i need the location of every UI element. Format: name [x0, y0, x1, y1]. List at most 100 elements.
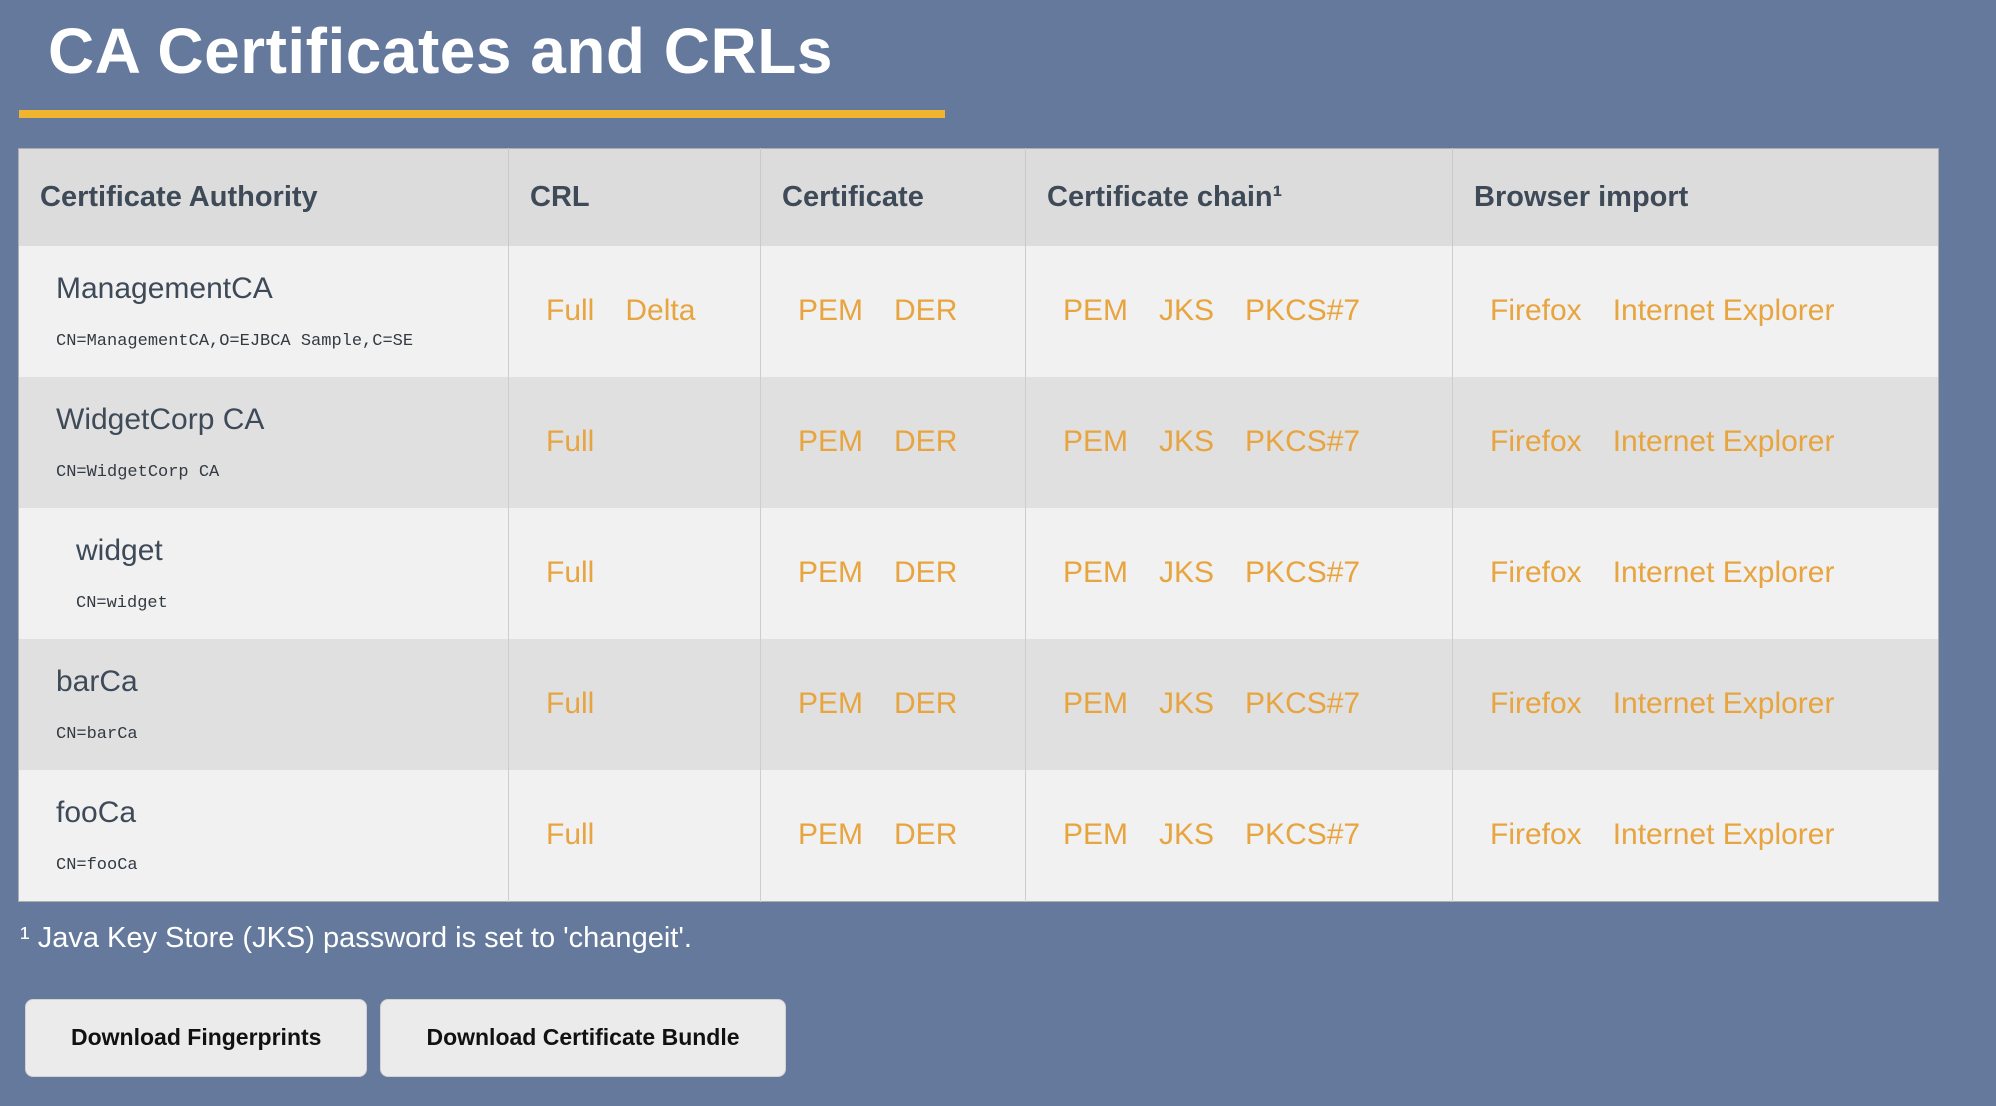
ca-name: fooCa	[56, 796, 508, 830]
ca-name: WidgetCorp CA	[56, 403, 508, 437]
header-crl: CRL	[509, 148, 761, 246]
certificate-link-der[interactable]: DER	[894, 556, 957, 589]
certificate-link-der[interactable]: DER	[894, 687, 957, 720]
browser-link-firefox[interactable]: Firefox	[1490, 818, 1582, 851]
certificate-chain-cell: PEM JKS PKCS#7	[1026, 377, 1453, 508]
browser-link-internet-explorer[interactable]: Internet Explorer	[1613, 425, 1835, 458]
chain-link-pem[interactable]: PEM	[1063, 294, 1128, 327]
download-fingerprints-button[interactable]: Download Fingerprints	[25, 999, 367, 1077]
ca-name: ManagementCA	[56, 272, 508, 306]
certificate-cell: PEM DER	[761, 639, 1026, 770]
chain-link-jks[interactable]: JKS	[1159, 687, 1214, 720]
certificate-chain-cell: PEM JKS PKCS#7	[1026, 508, 1453, 639]
table-header: Certificate Authority CRL Certificate Ce…	[19, 148, 1939, 246]
chain-link-jks[interactable]: JKS	[1159, 818, 1214, 851]
chain-link-jks[interactable]: JKS	[1159, 294, 1214, 327]
certificate-cell: PEM DER	[761, 770, 1026, 902]
crl-link-full[interactable]: Full	[546, 294, 594, 327]
ca-certificates-page: { "page": { "title": "CA Certificates an…	[0, 0, 1996, 1106]
certificate-link-der[interactable]: DER	[894, 425, 957, 458]
crl-link-delta[interactable]: Delta	[625, 294, 695, 327]
header-certificate: Certificate	[761, 148, 1026, 246]
certificate-link-pem[interactable]: PEM	[798, 425, 863, 458]
chain-link-pkcs-7[interactable]: PKCS#7	[1245, 425, 1360, 458]
ca-name: widget	[76, 534, 508, 568]
ca-cell-content: barCa CN=barCa	[56, 665, 508, 744]
crl-link-full[interactable]: Full	[546, 556, 594, 589]
ca-subject-dn: CN=fooCa	[56, 856, 508, 875]
ca-name: barCa	[56, 665, 508, 699]
title-underline	[19, 110, 945, 118]
ca-cell: widget CN=widget	[19, 508, 509, 639]
certificate-chain-cell: PEM JKS PKCS#7	[1026, 246, 1453, 377]
crl-cell: Full	[509, 639, 761, 770]
browser-link-firefox[interactable]: Firefox	[1490, 294, 1582, 327]
certificate-link-pem[interactable]: PEM	[798, 687, 863, 720]
ca-subject-dn: CN=ManagementCA,O=EJBCA Sample,C=SE	[56, 332, 508, 351]
browser-link-internet-explorer[interactable]: Internet Explorer	[1613, 294, 1835, 327]
browser-import-cell: Firefox Internet Explorer	[1453, 770, 1939, 902]
crl-link-full[interactable]: Full	[546, 425, 594, 458]
certificate-link-pem[interactable]: PEM	[798, 294, 863, 327]
ca-cell: ManagementCA CN=ManagementCA,O=EJBCA Samp…	[19, 246, 509, 377]
certificate-cell: PEM DER	[761, 377, 1026, 508]
certificate-cell: PEM DER	[761, 246, 1026, 377]
certificate-chain-cell: PEM JKS PKCS#7	[1026, 770, 1453, 902]
table-row: barCa CN=barCa Full PEM DER PEM JKS PKCS#7 Firef…	[19, 639, 1939, 770]
chain-link-jks[interactable]: JKS	[1159, 556, 1214, 589]
crl-cell: Full	[509, 508, 761, 639]
table-row: fooCa CN=fooCa Full PEM DER PEM JKS PKCS#7 Firef…	[19, 770, 1939, 902]
chain-link-pem[interactable]: PEM	[1063, 687, 1128, 720]
ca-cell: fooCa CN=fooCa	[19, 770, 509, 902]
certificate-link-der[interactable]: DER	[894, 294, 957, 327]
certificate-link-pem[interactable]: PEM	[798, 818, 863, 851]
ca-cell: WidgetCorp CA CN=WidgetCorp CA	[19, 377, 509, 508]
certificate-chain-cell: PEM JKS PKCS#7	[1026, 639, 1453, 770]
crl-cell: Full	[509, 770, 761, 902]
download-certificate-bundle-button[interactable]: Download Certificate Bundle	[380, 999, 785, 1077]
browser-import-cell: Firefox Internet Explorer	[1453, 377, 1939, 508]
crl-cell: Full Delta	[509, 246, 761, 377]
ca-cell: barCa CN=barCa	[19, 639, 509, 770]
ca-cell-content: widget CN=widget	[56, 534, 508, 613]
header-certificate-authority: Certificate Authority	[19, 148, 509, 246]
header-browser-import: Browser import	[1453, 148, 1939, 246]
download-button-row: Download Fingerprints Download Certifica…	[25, 999, 1996, 1077]
ca-subject-dn: CN=widget	[76, 594, 508, 613]
chain-link-pkcs-7[interactable]: PKCS#7	[1245, 294, 1360, 327]
crl-link-full[interactable]: Full	[546, 687, 594, 720]
browser-import-cell: Firefox Internet Explorer	[1453, 246, 1939, 377]
header-certificate-chain: Certificate chain¹	[1026, 148, 1453, 246]
browser-link-firefox[interactable]: Firefox	[1490, 556, 1582, 589]
crl-link-full[interactable]: Full	[546, 818, 594, 851]
chain-link-pem[interactable]: PEM	[1063, 818, 1128, 851]
browser-link-internet-explorer[interactable]: Internet Explorer	[1613, 556, 1835, 589]
chain-link-jks[interactable]: JKS	[1159, 425, 1214, 458]
ca-cell-content: ManagementCA CN=ManagementCA,O=EJBCA Samp…	[56, 272, 508, 351]
browser-link-firefox[interactable]: Firefox	[1490, 687, 1582, 720]
ca-subject-dn: CN=barCa	[56, 725, 508, 744]
certificate-link-der[interactable]: DER	[894, 818, 957, 851]
table-header-row: Certificate Authority CRL Certificate Ce…	[19, 148, 1939, 246]
chain-link-pem[interactable]: PEM	[1063, 425, 1128, 458]
table-row: ManagementCA CN=ManagementCA,O=EJBCA Samp…	[19, 246, 1939, 377]
chain-link-pkcs-7[interactable]: PKCS#7	[1245, 556, 1360, 589]
ca-cell-content: WidgetCorp CA CN=WidgetCorp CA	[56, 403, 508, 482]
chain-link-pem[interactable]: PEM	[1063, 556, 1128, 589]
chain-link-pkcs-7[interactable]: PKCS#7	[1245, 818, 1360, 851]
ca-cell-content: fooCa CN=fooCa	[56, 796, 508, 875]
jks-password-footnote: ¹ Java Key Store (JKS) password is set t…	[20, 922, 1996, 955]
certificate-link-pem[interactable]: PEM	[798, 556, 863, 589]
table-row: widget CN=widget Full PEM DER PEM JKS PKCS#7 Fir…	[19, 508, 1939, 639]
page-title: CA Certificates and CRLs	[0, 0, 1996, 88]
browser-import-cell: Firefox Internet Explorer	[1453, 508, 1939, 639]
browser-link-firefox[interactable]: Firefox	[1490, 425, 1582, 458]
chain-link-pkcs-7[interactable]: PKCS#7	[1245, 687, 1360, 720]
browser-link-internet-explorer[interactable]: Internet Explorer	[1613, 818, 1835, 851]
certificate-cell: PEM DER	[761, 508, 1026, 639]
table-row: WidgetCorp CACN=WidgetCorp CAFullPEMDERP…	[19, 377, 1939, 508]
browser-import-cell: Firefox Internet Explorer	[1453, 639, 1939, 770]
ca-table-body: ManagementCA CN=ManagementCA,O=EJBCA Samp…	[19, 246, 1939, 902]
ca-subject-dn: CN=WidgetCorp CA	[56, 463, 508, 482]
browser-link-internet-explorer[interactable]: Internet Explorer	[1613, 687, 1835, 720]
